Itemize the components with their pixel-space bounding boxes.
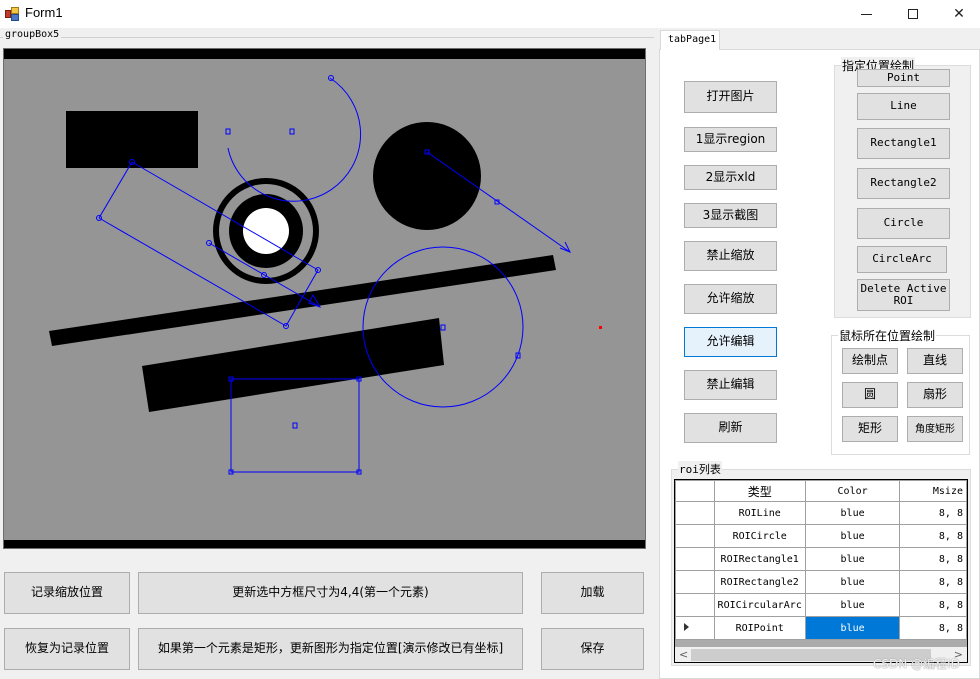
tab-page1[interactable]: tabPage1 bbox=[660, 30, 720, 50]
show-xld-button[interactable]: 2显示xld bbox=[684, 165, 777, 190]
update-box-size-button[interactable]: 更新选中方框尺寸为4,4(第一个元素) bbox=[138, 572, 523, 614]
scroll-left-icon[interactable]: < bbox=[679, 648, 688, 661]
table-row[interactable]: ROICircle blue 8, 8 bbox=[675, 524, 967, 548]
image-canvas[interactable] bbox=[3, 48, 646, 549]
draw-rectangle2-button[interactable]: Rectangle2 bbox=[857, 168, 950, 199]
cell-msize[interactable]: 8, 8 bbox=[899, 524, 967, 548]
roi-arc-handle[interactable] bbox=[225, 128, 231, 135]
row-header-corner bbox=[675, 480, 715, 502]
maximize-icon bbox=[908, 9, 918, 19]
column-header-type[interactable]: 类型 bbox=[713, 480, 806, 502]
shape-filled-circle bbox=[373, 122, 481, 230]
table-row[interactable]: ROILine blue 8, 8 bbox=[675, 501, 967, 525]
image-top-border bbox=[4, 49, 645, 59]
minimize-icon bbox=[860, 13, 872, 15]
row-header[interactable] bbox=[675, 547, 715, 571]
restore-zoom-button[interactable]: 恢复为记录位置 bbox=[4, 628, 130, 670]
table-row[interactable]: ROIRectangle1 blue 8, 8 bbox=[675, 547, 967, 571]
mouse-draw-sector-button[interactable]: 扇形 bbox=[907, 382, 963, 408]
shape-thick-bar bbox=[142, 318, 444, 412]
cell-msize[interactable]: 8, 8 bbox=[899, 501, 967, 525]
row-header[interactable] bbox=[675, 570, 715, 594]
draw-at-mouse-label: 鼠标所在位置绘制 bbox=[838, 327, 937, 344]
cell-type[interactable]: ROIRectangle1 bbox=[713, 547, 806, 571]
mouse-draw-circle-button[interactable]: 圆 bbox=[842, 382, 898, 408]
cell-color[interactable]: blue bbox=[804, 593, 901, 617]
title-bar: Form1 ✕ bbox=[0, 0, 980, 28]
row-header-current[interactable] bbox=[675, 616, 715, 640]
mouse-draw-rectangle-button[interactable]: 矩形 bbox=[842, 416, 898, 442]
cell-color-selected[interactable]: blue bbox=[804, 616, 901, 640]
show-screenshot-button[interactable]: 3显示截图 bbox=[684, 203, 777, 228]
maximize-button[interactable] bbox=[890, 0, 936, 28]
roi-circular-arc[interactable] bbox=[227, 77, 362, 202]
disable-zoom-button[interactable]: 禁止缩放 bbox=[684, 241, 777, 271]
table-row[interactable]: ROIRectangle2 blue 8, 8 bbox=[675, 570, 967, 594]
row-header[interactable] bbox=[675, 501, 715, 525]
update-rect-position-button[interactable]: 如果第一个元素是矩形，更新图形为指定位置[演示修改已有坐标] bbox=[138, 628, 523, 670]
open-image-button[interactable]: 打开图片 bbox=[684, 81, 777, 113]
roi-point-marker[interactable] bbox=[599, 326, 602, 329]
groupbox5-label: groupBox5 bbox=[3, 29, 62, 40]
cell-type[interactable]: ROICircle bbox=[713, 524, 806, 548]
minimize-button[interactable] bbox=[843, 0, 889, 28]
record-zoom-button[interactable]: 记录缩放位置 bbox=[4, 572, 130, 614]
cell-type[interactable]: ROIPoint bbox=[713, 616, 806, 640]
row-header[interactable] bbox=[675, 593, 715, 617]
image-bottom-border bbox=[4, 540, 645, 548]
groupbox-border bbox=[0, 37, 654, 38]
column-header-color[interactable]: Color bbox=[804, 480, 901, 502]
refresh-button[interactable]: 刷新 bbox=[684, 413, 777, 443]
draw-circle-arc-button[interactable]: CircleArc bbox=[857, 246, 947, 273]
enable-edit-button[interactable]: 允许编辑 bbox=[684, 327, 777, 357]
mouse-draw-angled-rectangle-button[interactable]: 角度矩形 bbox=[907, 416, 963, 442]
current-row-arrow-icon bbox=[684, 622, 689, 631]
row-header[interactable] bbox=[675, 524, 715, 548]
load-button[interactable]: 加载 bbox=[541, 572, 644, 614]
disable-edit-button[interactable]: 禁止编辑 bbox=[684, 370, 777, 400]
roi-list-label: roi列表 bbox=[678, 461, 722, 477]
column-header-msize[interactable]: Msize bbox=[899, 480, 967, 502]
cell-color[interactable]: blue bbox=[804, 501, 901, 525]
cell-color[interactable]: blue bbox=[804, 547, 901, 571]
app-icon bbox=[5, 7, 19, 21]
roi-list-grid[interactable]: 类型 Color Msize ROILine blue 8, 8 ROICirc… bbox=[674, 479, 968, 663]
show-region-button[interactable]: 1显示region bbox=[684, 127, 777, 152]
mouse-draw-line-button[interactable]: 直线 bbox=[907, 348, 963, 374]
cell-msize[interactable]: 8, 8 bbox=[899, 593, 967, 617]
delete-active-roi-button[interactable]: Delete Active ROI bbox=[857, 279, 950, 311]
canvas-svg[interactable] bbox=[4, 49, 646, 549]
save-button[interactable]: 保存 bbox=[541, 628, 644, 670]
window-title: Form1 bbox=[25, 5, 63, 20]
grid-header-row: 类型 Color Msize bbox=[675, 480, 967, 502]
table-row-current[interactable]: ROIPoint blue 8, 8 bbox=[675, 616, 967, 640]
cell-msize[interactable]: 8, 8 bbox=[899, 570, 967, 594]
cell-msize[interactable]: 8, 8 bbox=[899, 547, 967, 571]
enable-zoom-button[interactable]: 允许缩放 bbox=[684, 284, 777, 314]
cell-color[interactable]: blue bbox=[804, 570, 901, 594]
cell-type[interactable]: ROILine bbox=[713, 501, 806, 525]
mouse-draw-point-button[interactable]: 绘制点 bbox=[842, 348, 898, 374]
cell-type[interactable]: ROICircularArc bbox=[713, 593, 806, 617]
close-icon: ✕ bbox=[953, 6, 965, 22]
table-row[interactable]: ROICircularArc blue 8, 8 bbox=[675, 593, 967, 617]
watermark: CSDN @编程ID bbox=[873, 657, 960, 671]
cell-msize[interactable]: 8, 8 bbox=[899, 616, 967, 640]
draw-rectangle1-button[interactable]: Rectangle1 bbox=[857, 128, 950, 159]
draw-point-button[interactable]: Point bbox=[857, 69, 950, 87]
cell-type[interactable]: ROIRectangle2 bbox=[713, 570, 806, 594]
close-button[interactable]: ✕ bbox=[936, 0, 980, 28]
draw-circle-button[interactable]: Circle bbox=[857, 208, 950, 239]
roi-arc-start-handle[interactable] bbox=[328, 75, 334, 81]
roi-arc-center-handle[interactable] bbox=[289, 128, 295, 135]
cell-color[interactable]: blue bbox=[804, 524, 901, 548]
draw-line-button[interactable]: Line bbox=[857, 93, 950, 120]
